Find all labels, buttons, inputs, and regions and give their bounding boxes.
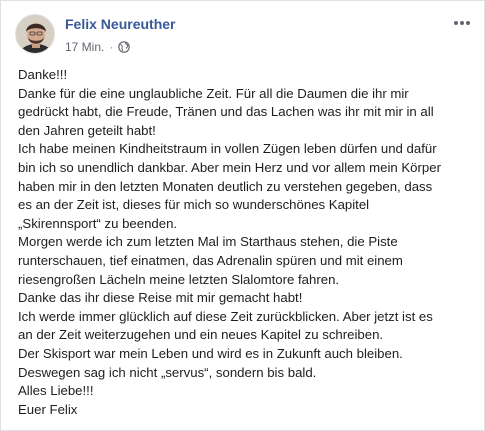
facebook-post: Felix Neureuther 17 Min. · Danke!!! Dank… (0, 0, 485, 431)
post-line: Morgen werde ich zum letzten Mal im Star… (18, 234, 398, 250)
globe-icon[interactable] (118, 41, 131, 53)
author-name[interactable]: Felix Neureuther (65, 16, 175, 33)
post-line: Alles Liebe!!! (18, 383, 94, 399)
meta-separator: · (109, 40, 114, 54)
post-line: Danke für die eine unglaubliche Zeit. Fü… (18, 85, 409, 101)
post-timestamp[interactable]: 17 Min. (65, 39, 104, 55)
post-body: Danke!!! Danke für die eine unglaubliche… (18, 66, 473, 419)
post-line: an der Zeit weiterzugehen und ein neues … (18, 327, 384, 343)
avatar-photo (16, 15, 54, 53)
post-line: Danke das ihr diese Reise mit mir gemach… (18, 290, 303, 306)
post-line: riesengroßen Lächeln meine letzten Slalo… (18, 271, 340, 287)
post-line: Ich habe meinen Kindheitstraum in vollen… (18, 141, 437, 157)
post-line: runterschauen, tief einatmen, das Adrena… (18, 252, 403, 268)
post-line: Danke!!! (18, 67, 68, 82)
more-options-icon[interactable] (450, 15, 474, 31)
post-line: Der Skisport war mein Leben und wird es … (18, 345, 403, 361)
post-meta: 17 Min. · (65, 39, 131, 55)
post-line: den Jahren geteilt habt! (18, 122, 156, 138)
post-line: es an der Zeit ist, dieses für mich so w… (18, 197, 370, 213)
post-line: haben mir in den letzten Monaten deutlic… (18, 178, 433, 194)
post-line: Deswegen sag ich nicht „servus“, sondern… (18, 364, 317, 380)
post-line: gedrückt habt, die Freude, Tränen und da… (18, 104, 434, 120)
post-line: bin ich so unendlich dankbar. Aber mein … (18, 159, 441, 175)
post-line: Ich werde immer glücklich auf diese Zeit… (18, 308, 433, 324)
post-line: Euer Felix (18, 401, 78, 417)
post-line: „Skirennsport“ zu beenden. (18, 215, 178, 231)
post-header: Felix Neureuther 17 Min. · (1, 1, 484, 61)
author-avatar[interactable] (15, 14, 55, 54)
